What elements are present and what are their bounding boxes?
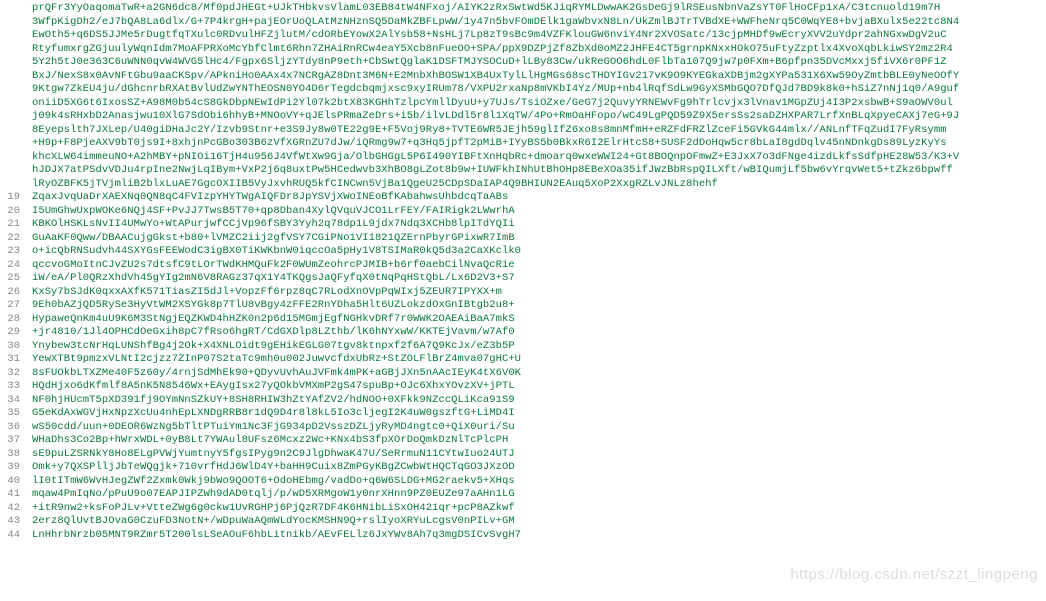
line-number: 31 <box>0 353 20 367</box>
code-line[interactable]: sE9puLZSRNkY8Ho8ELgPVWjYumtnyY5fgsIPyg9n… <box>32 448 959 462</box>
code-line[interactable]: YewXTBt9pmzxVLNtI2cjzz7ZInP07S2taTc9mh0u… <box>32 353 959 367</box>
code-line[interactable]: NF0hjHUcmT5pXD391fj9OYmNnSZkUY+8SH8RHIW3… <box>32 394 959 408</box>
line-number: 27 <box>0 299 20 313</box>
code-line[interactable]: WHaDhs3Co2Bp+hWrxWDL+0yB8Lt7YWAul8UFsz6M… <box>32 434 959 448</box>
line-number <box>0 137 20 151</box>
code-content[interactable]: prQFr3YyOaqomaTwR+a2GN6dc8/Mf0pdJHEGt+UJ… <box>32 2 959 542</box>
code-line[interactable]: +jr4810/1Jl4OPHCdOeGxih8pC7fRso6hgRT/CdG… <box>32 326 959 340</box>
code-line[interactable]: 8Eyepslth7JXLep/U40giDHaJc2Y/Izvb9Stnr+e… <box>32 124 959 138</box>
line-number <box>0 97 20 111</box>
line-number <box>0 83 20 97</box>
line-number <box>0 70 20 84</box>
watermark-text: https://blog.csdn.net/szzt_lingpeng <box>790 568 1038 582</box>
code-line[interactable]: 9Ktgw7ZkEU4ju/dGhcnrbRXAtBvlUdZwYNThEOSN… <box>32 83 959 97</box>
code-line[interactable]: BxJ/NexS8x0AvNFtGbu9aaCKSpv/APkniHo0AAx4… <box>32 70 959 84</box>
code-line[interactable]: j09k4sRHxbD2Anasjwu10XlG7SdObi6hhyB+MNOo… <box>32 110 959 124</box>
code-line[interactable]: 5Y2h5tJ0e363C6uWNN0qvW4WVG5lHc4/Fgpx6Slj… <box>32 56 959 70</box>
code-line[interactable]: KBKOlHSKLsNvII4UMwYo+WtAPurjwfCCjVp96fSB… <box>32 218 959 232</box>
line-number <box>0 16 20 30</box>
code-line[interactable]: +H9p+F8PjeAXV9bT0js9I+8xhjnPcGBo303B6zVf… <box>32 137 959 151</box>
code-line[interactable]: oniiD5XG6t6IxosSZ+A98M0b54cS8GkDbpNEwIdP… <box>32 97 959 111</box>
code-line[interactable]: hJDJX7atPSdvVDJu4rpIne2NwjLqIBym+VxP2j6q… <box>32 164 959 178</box>
code-line[interactable]: prQFr3YyOaqomaTwR+a2GN6dc8/Mf0pdJHEGt+UJ… <box>32 2 959 16</box>
code-line[interactable]: HypaweQnKm4uU9K6M3StNgjEQZKWD4hHZK0n2p6d… <box>32 313 959 327</box>
line-number <box>0 178 20 192</box>
code-line[interactable]: iW/eA/Pl0QRzXhdVh45gYIg2mN6V8RAGz37qX1Y4… <box>32 272 959 286</box>
line-number: 40 <box>0 475 20 489</box>
line-number: 24 <box>0 259 20 273</box>
line-number: 36 <box>0 421 20 435</box>
line-number: 38 <box>0 448 20 462</box>
line-number: 41 <box>0 488 20 502</box>
code-line[interactable]: ZqaxJvqUaDrXAEXNq0QN8qC4FVIzpYHYTWgAIQFD… <box>32 191 959 205</box>
line-number: 21 <box>0 218 20 232</box>
code-line[interactable]: o+icQbRNSudvh44SXYGsFEEWodC3igBX0TiKWKbn… <box>32 245 959 259</box>
line-number: 30 <box>0 340 20 354</box>
line-number: 20 <box>0 205 20 219</box>
line-number: 42 <box>0 502 20 516</box>
line-number: 37 <box>0 434 20 448</box>
line-number: 29 <box>0 326 20 340</box>
line-number: 34 <box>0 394 20 408</box>
line-number <box>0 29 20 43</box>
code-line[interactable]: khcXLW64immeuNO+A2hMBY+pNIOi16TjH4u956J4… <box>32 151 959 165</box>
line-number: 32 <box>0 367 20 381</box>
line-number: 23 <box>0 245 20 259</box>
code-line[interactable]: EwOth5+q6DS5JJMe5rDugtfqTXulc0RDvulHFZjl… <box>32 29 959 43</box>
code-line[interactable]: 3WfpKigDh2/eJ7bQA8La6dlx/G+7P4krgH+pajEO… <box>32 16 959 30</box>
code-line[interactable]: wS50cdd/uun+0DEOR6WzNg5bTltPTuiYm1Nc3FjG… <box>32 421 959 435</box>
code-line[interactable]: qccvoGMoItnCJvZU2s7dtsfC9tLOrTWdKHMQuFk2… <box>32 259 959 273</box>
line-number <box>0 151 20 165</box>
code-line[interactable]: 8sFUOkbLTXZMe40F5z60y/4rnjSdMhEk90+QDyvU… <box>32 367 959 381</box>
line-number <box>0 110 20 124</box>
code-line[interactable]: I5UmGhwUxpWOKe6NQj4SF+PvJJ7TwsB5T70+qp8D… <box>32 205 959 219</box>
line-number: 25 <box>0 272 20 286</box>
code-line[interactable]: Omk+y7QXSPlljJbTeWQgjk+710vrfHdJ6WlD4Y+b… <box>32 461 959 475</box>
line-number <box>0 124 20 138</box>
code-line[interactable]: GuAaKF0Qww/DBAACujgGkst+b80+lVMZC2iij2gf… <box>32 232 959 246</box>
code-line[interactable]: LnHhrbNrzb05MNT9RZmr5T200lsLSeAOuF6hbLit… <box>32 529 959 543</box>
line-number <box>0 56 20 70</box>
code-line[interactable]: HQdHjxo6dKfmlf8A5nK5N8546Wx+EAygIsx27yQO… <box>32 380 959 394</box>
line-number: 43 <box>0 515 20 529</box>
code-line[interactable]: G5eKdAxWGVjHxNpzXcUu4nhEpLXNDgRRB8r1dQ9D… <box>32 407 959 421</box>
line-number-gutter: 1920212223242526272829303132333435363738… <box>0 2 32 542</box>
code-editor-viewport: 1920212223242526272829303132333435363738… <box>0 0 1046 542</box>
code-line[interactable]: Ynybew3tcNrHqLUNShfBg4j2Ok+X4XNLOidt9gEH… <box>32 340 959 354</box>
code-line[interactable]: lI0tITmW6WvHJegZWf2Zxmk0Wkj9bWo9QOOT6+Od… <box>32 475 959 489</box>
line-number: 19 <box>0 191 20 205</box>
line-number <box>0 2 20 16</box>
line-number: 44 <box>0 529 20 543</box>
line-number <box>0 43 20 57</box>
line-number: 35 <box>0 407 20 421</box>
code-line[interactable]: lRyOZBFK5jTVjmliB2blxLuAE7GgcOXIIB5VyJxv… <box>32 178 959 192</box>
code-line[interactable]: +itR9nw2+ksFoPJLv+VtteZWg6g0ckw1UvRGHPj6… <box>32 502 959 516</box>
code-line[interactable]: 2erz8QlUvtBJOvaG0CzuFD3NotN+/wDpuWaAQmWL… <box>32 515 959 529</box>
line-number: 28 <box>0 313 20 327</box>
line-number: 22 <box>0 232 20 246</box>
line-number: 33 <box>0 380 20 394</box>
line-number: 39 <box>0 461 20 475</box>
code-line[interactable]: KxSy7bSJdK0qxxAXfK571TiasZI5dJl+VopzFf6r… <box>32 286 959 300</box>
line-number: 26 <box>0 286 20 300</box>
line-number <box>0 164 20 178</box>
code-line[interactable]: mqaw4PmIqNo/pPuU9o07EAPJIPZWh9dAD0tqlj/p… <box>32 488 959 502</box>
code-line[interactable]: 9Eh0bAZjQD5RySe3HyVtWM2XSYGk8p7TlU8vBgy4… <box>32 299 959 313</box>
code-line[interactable]: RtyfumxrgZGjuulyWqnIdm7MoAFPRXoMcYbfClmt… <box>32 43 959 57</box>
